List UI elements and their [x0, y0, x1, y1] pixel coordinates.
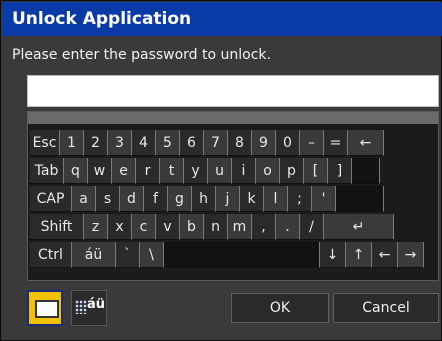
key-blank[interactable]: [352, 158, 380, 184]
key-j[interactable]: j: [216, 186, 240, 212]
international-mode-button[interactable]: áü: [71, 290, 107, 326]
key-semicolon[interactable]: ;: [288, 186, 312, 212]
key-3[interactable]: 3: [108, 130, 132, 156]
key-space[interactable]: [164, 242, 320, 268]
key-z[interactable]: z: [84, 214, 108, 240]
key-d[interactable]: d: [120, 186, 144, 212]
key-o[interactable]: o: [256, 158, 280, 184]
key-g[interactable]: g: [168, 186, 192, 212]
key-right-bracket[interactable]: ]: [328, 158, 352, 184]
key-equals[interactable]: =: [324, 130, 348, 156]
international-keyboard-icon: [75, 300, 87, 314]
key-y[interactable]: y: [184, 158, 208, 184]
dialog-bottom-bar: áü OK Cancel: [27, 287, 439, 335]
key-backspace[interactable]: ←: [348, 130, 384, 156]
key-arrow-up[interactable]: ↑: [346, 242, 372, 268]
keyboard-top-bar: [28, 112, 438, 124]
key-period[interactable]: .: [276, 214, 300, 240]
keyboard-row-5: Ctrl áü ` \ ↓ ↑ ← →: [30, 242, 424, 269]
key-blank-2[interactable]: [336, 186, 384, 212]
key-1[interactable]: 1: [60, 130, 84, 156]
prompt-text: Please enter the password to unlock.: [12, 47, 271, 63]
key-p[interactable]: p: [280, 158, 304, 184]
key-r[interactable]: r: [136, 158, 160, 184]
key-enter[interactable]: ↵: [324, 214, 394, 240]
key-esc[interactable]: Esc: [30, 130, 60, 156]
keyboard-mode-button[interactable]: [27, 290, 63, 326]
keyboard-row-4: Shift z x c v b n m , . / ↵: [30, 214, 394, 241]
key-tab[interactable]: Tab: [30, 158, 64, 184]
key-n[interactable]: n: [204, 214, 228, 240]
key-comma[interactable]: ,: [252, 214, 276, 240]
key-x[interactable]: x: [108, 214, 132, 240]
keyboard-icon: [35, 300, 59, 318]
ok-button[interactable]: OK: [231, 293, 329, 323]
key-caps[interactable]: CAP: [30, 186, 72, 212]
key-9[interactable]: 9: [252, 130, 276, 156]
key-ctrl[interactable]: Ctrl: [30, 242, 72, 268]
key-accents[interactable]: áü: [72, 242, 116, 268]
international-mode-label: áü: [87, 297, 106, 312]
key-backtick[interactable]: `: [116, 242, 140, 268]
key-arrow-right[interactable]: →: [398, 242, 424, 268]
cancel-button[interactable]: Cancel: [333, 293, 439, 323]
window-title: Unlock Application: [2, 2, 442, 36]
keyboard-row-1: Esc 1 2 3 4 5 6 7 8 9 0 – = ←: [30, 130, 384, 157]
key-h[interactable]: h: [192, 186, 216, 212]
password-input[interactable]: [27, 75, 439, 107]
key-m[interactable]: m: [228, 214, 252, 240]
key-u[interactable]: u: [208, 158, 232, 184]
key-backslash[interactable]: \: [140, 242, 164, 268]
key-b[interactable]: b: [180, 214, 204, 240]
key-shift[interactable]: Shift: [30, 214, 84, 240]
keyboard-row-2: Tab q w e r t y u i o p [ ]: [30, 158, 380, 185]
key-slash[interactable]: /: [300, 214, 324, 240]
key-5[interactable]: 5: [156, 130, 180, 156]
key-e[interactable]: e: [112, 158, 136, 184]
unlock-dialog: Unlock Application Please enter the pass…: [0, 0, 442, 341]
key-v[interactable]: v: [156, 214, 180, 240]
key-k[interactable]: k: [240, 186, 264, 212]
key-minus[interactable]: –: [300, 130, 324, 156]
key-t[interactable]: t: [160, 158, 184, 184]
key-8[interactable]: 8: [228, 130, 252, 156]
on-screen-keyboard: Esc 1 2 3 4 5 6 7 8 9 0 – = ← Tab q w e …: [27, 111, 439, 281]
key-0[interactable]: 0: [276, 130, 300, 156]
key-6[interactable]: 6: [180, 130, 204, 156]
key-s[interactable]: s: [96, 186, 120, 212]
key-2[interactable]: 2: [84, 130, 108, 156]
key-arrow-left[interactable]: ←: [372, 242, 398, 268]
key-q[interactable]: q: [64, 158, 88, 184]
key-w[interactable]: w: [88, 158, 112, 184]
key-a[interactable]: a: [72, 186, 96, 212]
key-i[interactable]: i: [232, 158, 256, 184]
key-left-bracket[interactable]: [: [304, 158, 328, 184]
key-l[interactable]: l: [264, 186, 288, 212]
key-4[interactable]: 4: [132, 130, 156, 156]
key-7[interactable]: 7: [204, 130, 228, 156]
key-f[interactable]: f: [144, 186, 168, 212]
keyboard-row-3: CAP a s d f g h j k l ; ': [30, 186, 384, 213]
key-c[interactable]: c: [132, 214, 156, 240]
key-arrow-down[interactable]: ↓: [320, 242, 346, 268]
key-quote[interactable]: ': [312, 186, 336, 212]
